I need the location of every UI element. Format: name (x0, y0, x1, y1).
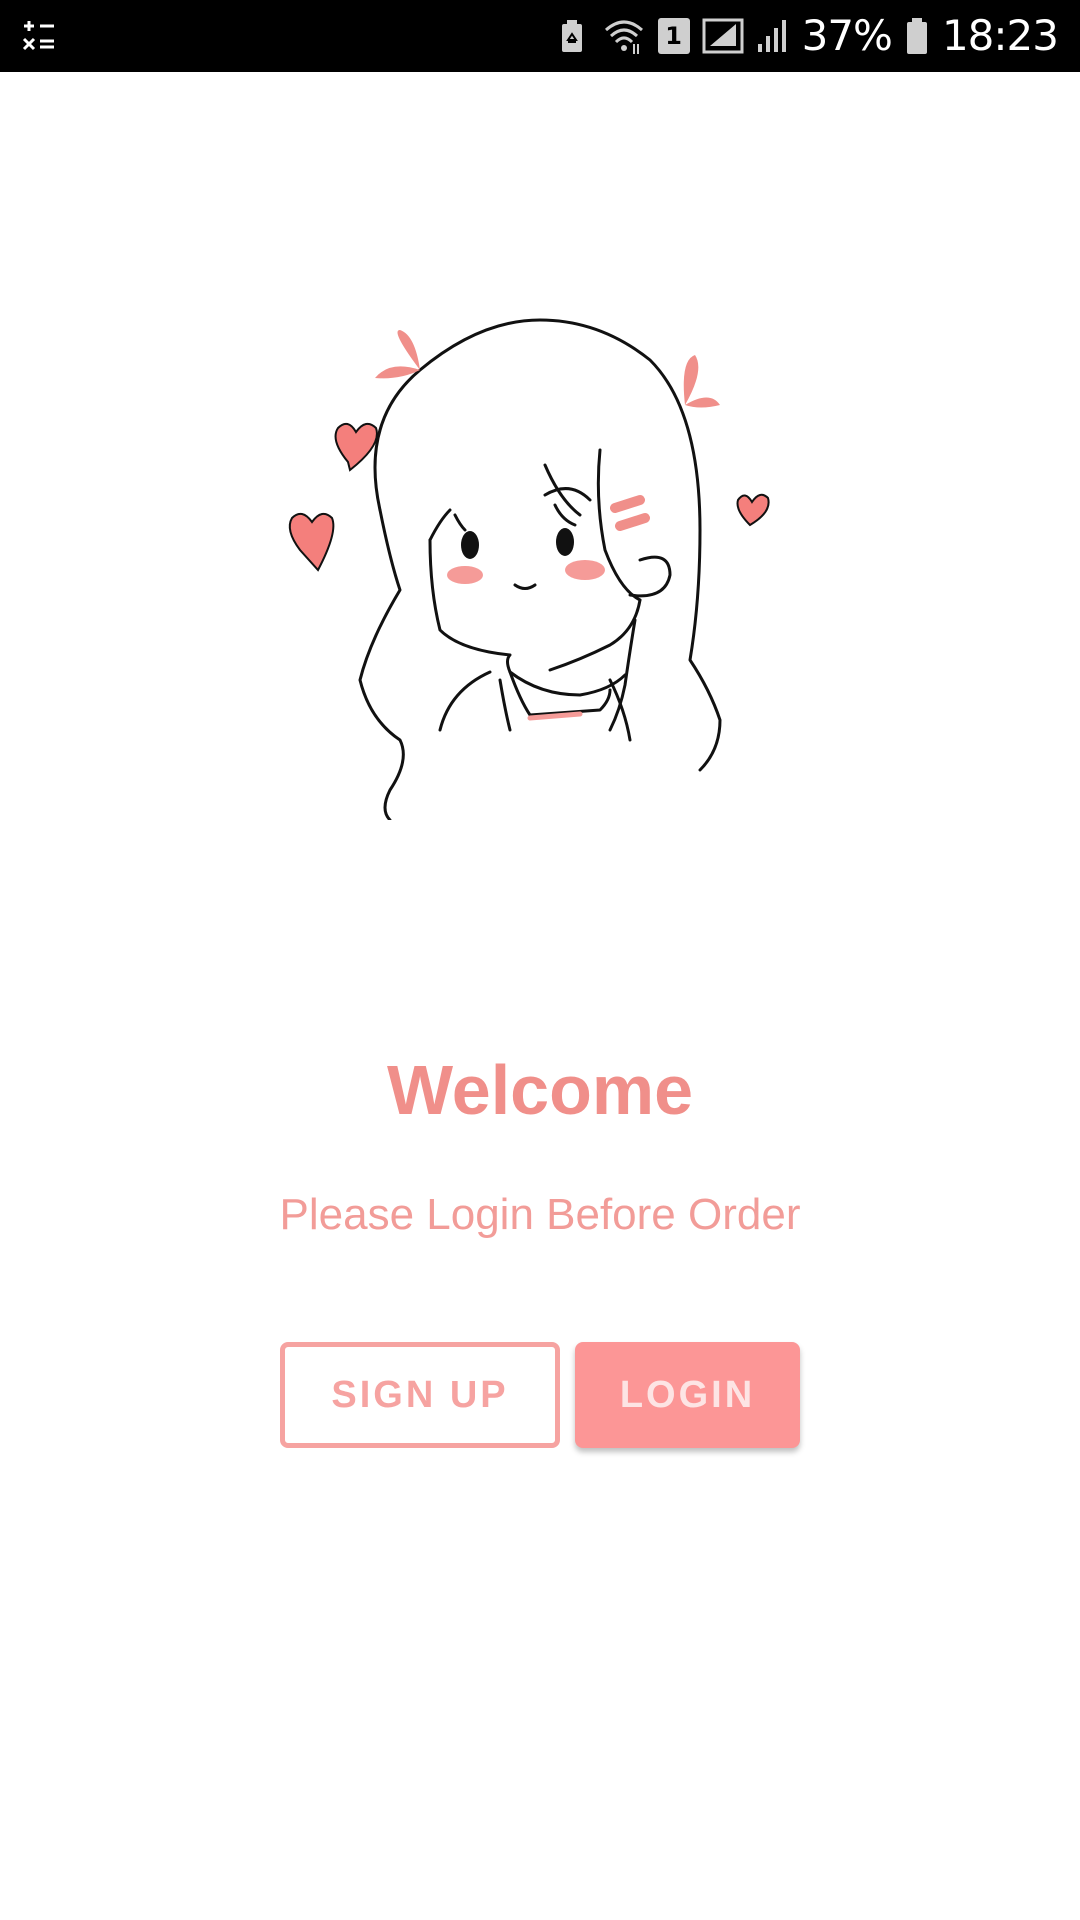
login-button[interactable]: LOGIN (575, 1342, 800, 1448)
login-prompt-subtitle: Please Login Before Order (279, 1190, 801, 1239)
status-icons: 1 37% 18:23 (554, 0, 1059, 72)
signal-icon (757, 20, 786, 52)
calculator-icon (22, 21, 54, 51)
signal-icon (702, 18, 744, 54)
signup-button[interactable]: SIGN UP (280, 1342, 560, 1448)
clock: 18:23 (941, 11, 1059, 60)
battery-percent: 37% (801, 11, 893, 60)
sim-badge: 1 (665, 22, 682, 50)
wifi-icon (604, 20, 643, 54)
sim-icon: 1 (657, 18, 690, 54)
battery-icon (906, 18, 927, 54)
status-bar: 1 37% 18:23 (0, 0, 1080, 72)
girl-with-hearts-illustration (288, 318, 770, 820)
welcome-title: Welcome (386, 1051, 694, 1129)
battery-saver-icon (561, 20, 582, 52)
